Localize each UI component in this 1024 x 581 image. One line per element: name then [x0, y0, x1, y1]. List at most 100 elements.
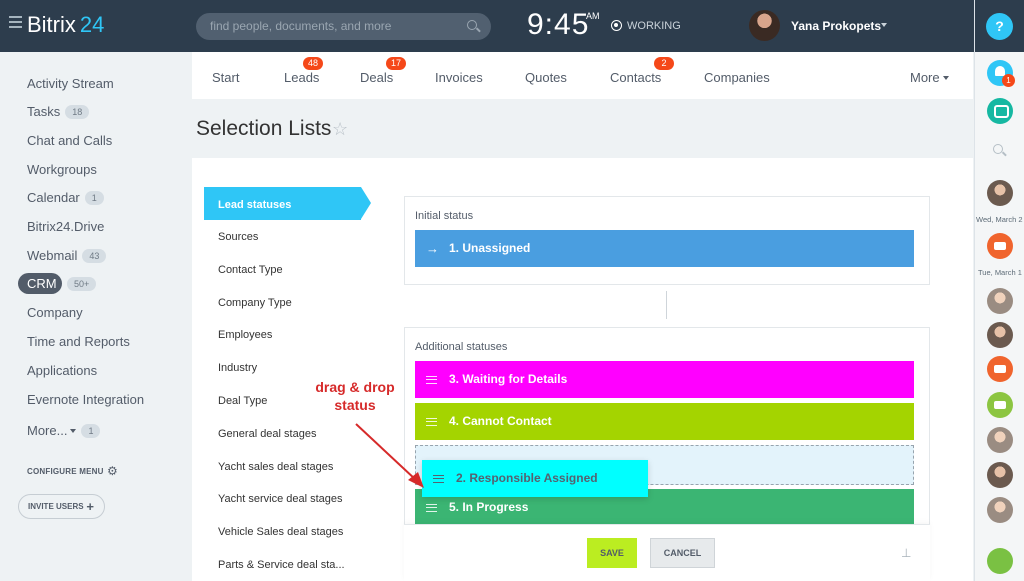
list-item-yacht-sales[interactable]: Yacht sales deal stages	[218, 461, 333, 473]
search-icon[interactable]	[993, 144, 1003, 154]
sidebar-item-calendar[interactable]: Calendar 1	[27, 190, 104, 205]
notifications-bell-icon[interactable]: 1	[987, 60, 1015, 87]
list-item-sources[interactable]: Sources	[218, 231, 258, 243]
tab-badge: 17	[386, 57, 406, 70]
tab-quotes[interactable]: Quotes	[525, 70, 567, 85]
list-item-vehicle-sales[interactable]: Vehicle Sales deal stages	[218, 526, 343, 538]
sidebar-item-label: Activity Stream	[27, 76, 114, 91]
contact-avatar[interactable]	[987, 322, 1013, 348]
page-title: Selection Lists	[196, 117, 332, 140]
chevron-down-icon[interactable]	[881, 23, 887, 27]
sidebar-item-label: Bitrix24.Drive	[27, 219, 105, 234]
sidebar-item-activity-stream[interactable]: Activity Stream	[27, 76, 114, 91]
tab-start[interactable]: Start	[212, 70, 239, 85]
drag-handle-icon[interactable]	[426, 376, 437, 384]
save-button[interactable]: SAVE	[587, 538, 637, 568]
sidebar-item-company[interactable]: Company	[27, 305, 83, 320]
sidebar-item-tasks[interactable]: Tasks 18	[27, 104, 90, 119]
status-label: 4. Cannot Contact	[449, 414, 552, 428]
sidebar-item-label: Evernote Integration	[27, 392, 145, 407]
call-phone-icon[interactable]	[987, 548, 1013, 574]
search-input[interactable]: find people, documents, and more	[196, 13, 491, 40]
contact-avatar[interactable]	[987, 462, 1013, 488]
list-item-lead-statuses[interactable]: Lead statuses	[218, 199, 291, 211]
count-badge: 18	[65, 105, 90, 119]
sidebar-item-label: Time and Reports	[27, 334, 130, 349]
tab-contacts[interactable]: Contacts 2	[610, 57, 674, 85]
menu-icon[interactable]	[9, 16, 22, 28]
list-item-deal-type[interactable]: Deal Type	[218, 395, 267, 407]
user-avatar[interactable]	[749, 10, 780, 41]
sidebar-item-chat-and-calls[interactable]: Chat and Calls	[27, 133, 112, 148]
connector-line	[666, 291, 667, 319]
sidebar-item-drive[interactable]: Bitrix24.Drive	[27, 219, 104, 234]
arrow-right-icon: →	[426, 241, 439, 256]
sidebar-item-more[interactable]: More... 1	[27, 423, 101, 438]
sidebar-item-crm[interactable]: CRM	[18, 273, 62, 294]
help-button[interactable]: ?	[986, 13, 1013, 40]
tab-more[interactable]: More	[910, 70, 949, 85]
configure-menu-button[interactable]: CONFIGURE MENU	[27, 467, 104, 476]
clock-time: 9:45	[527, 8, 590, 41]
list-item-company-type[interactable]: Company Type	[218, 297, 292, 309]
phone-call-icon[interactable]	[987, 233, 1013, 259]
count-badge: 1	[84, 191, 104, 205]
star-icon[interactable]: ☆	[332, 119, 348, 140]
main-content: Lead statuses Sources Contact Type Compa…	[192, 158, 973, 581]
sidebar-item-workgroups[interactable]: Workgroups	[27, 162, 97, 177]
drag-handle-icon[interactable]	[433, 475, 444, 483]
work-status[interactable]: WORKING	[627, 20, 681, 32]
drag-handle-icon[interactable]	[426, 504, 437, 512]
cancel-button[interactable]: CANCEL	[650, 538, 715, 568]
sidebar-item-evernote[interactable]: Evernote Integration	[27, 392, 144, 407]
plus-icon: +	[86, 499, 94, 514]
work-status-icon[interactable]	[611, 20, 622, 31]
announcement-icon[interactable]	[987, 392, 1013, 418]
contact-avatar[interactable]	[987, 497, 1013, 523]
search-icon	[467, 20, 477, 30]
gear-icon[interactable]: ⚙	[107, 464, 118, 478]
status-item-cannot-contact[interactable]: 4. Cannot Contact	[415, 403, 914, 440]
status-label: 2. Responsible Assigned	[456, 471, 598, 485]
sidebar-item-label: Workgroups	[27, 162, 97, 177]
status-item-responsible-assigned-dragging[interactable]: 2. Responsible Assigned	[422, 460, 648, 497]
list-item-contact-type[interactable]: Contact Type	[218, 264, 283, 276]
announcement-icon[interactable]	[987, 356, 1013, 382]
list-item-general-deal-stages[interactable]: General deal stages	[218, 428, 316, 440]
sidebar-item-label: Chat and Calls	[27, 133, 113, 148]
status-item-waiting-for-details[interactable]: 3. Waiting for Details	[415, 361, 914, 398]
tab-label: Start	[212, 70, 240, 85]
sidebar-item-webmail[interactable]: Webmail 43	[27, 248, 107, 263]
clock[interactable]: 9:45 AM	[527, 8, 600, 42]
user-name[interactable]: Yana Prokopets	[791, 19, 881, 33]
sidebar-item-label: Calendar	[27, 190, 80, 205]
list-item-industry[interactable]: Industry	[218, 362, 257, 374]
contact-avatar[interactable]	[987, 427, 1013, 453]
pin-icon[interactable]: ⊥	[901, 546, 911, 560]
tab-deals[interactable]: Deals 17	[360, 57, 406, 85]
tab-companies[interactable]: Companies	[704, 70, 770, 85]
tab-invoices[interactable]: Invoices	[435, 70, 483, 85]
sidebar-item-time-and-reports[interactable]: Time and Reports	[27, 334, 130, 349]
chat-icon[interactable]	[987, 98, 1013, 124]
contact-avatar[interactable]	[987, 288, 1013, 314]
date-label: Wed, March 2	[976, 215, 1023, 224]
logo-number: 24	[79, 12, 105, 37]
chevron-down-icon	[70, 429, 77, 433]
list-item-employees[interactable]: Employees	[218, 329, 272, 341]
list-item-yacht-service[interactable]: Yacht service deal stages	[218, 493, 343, 505]
initial-status-label: Initial status	[415, 210, 474, 222]
status-item-unassigned[interactable]: → 1. Unassigned	[415, 230, 914, 267]
tab-leads[interactable]: Leads 48	[284, 57, 323, 85]
logo[interactable]: Bitrix 24	[27, 12, 104, 38]
sidebar-item-label: More...	[27, 423, 68, 438]
sidebar-item-label: Company	[27, 305, 83, 320]
chevron-down-icon	[942, 76, 949, 80]
invite-users-button[interactable]: INVITE USERS +	[18, 494, 105, 519]
tab-label: Quotes	[525, 70, 567, 85]
contact-avatar[interactable]	[987, 180, 1013, 206]
sidebar-item-applications[interactable]: Applications	[27, 363, 97, 378]
invite-users-label: INVITE USERS	[28, 502, 84, 511]
list-item-parts-service[interactable]: Parts & Service deal sta...	[218, 559, 345, 571]
annotation-line: status	[334, 397, 376, 413]
